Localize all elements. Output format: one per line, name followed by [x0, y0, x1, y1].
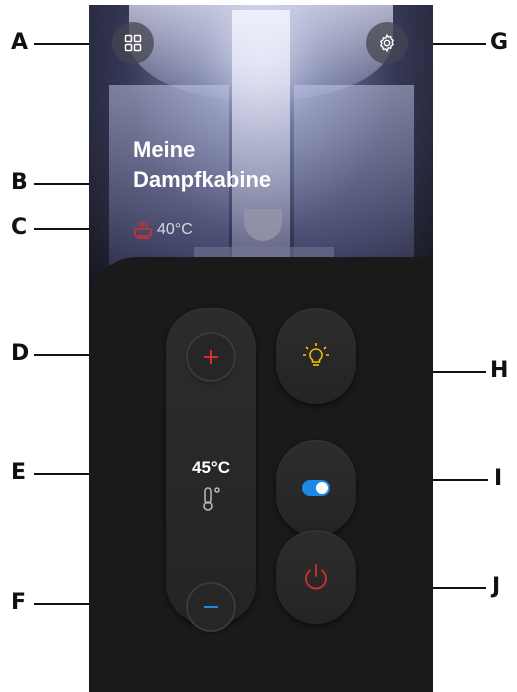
- current-temperature-value: 40°C: [157, 221, 193, 238]
- temperature-setpoint: 45°C: [192, 458, 230, 477]
- thermometer-icon: [203, 487, 220, 511]
- app-screen: Meine Dampfkabine 40°C 45°C: [89, 5, 433, 692]
- light-button[interactable]: [276, 308, 356, 404]
- callout-b: B: [11, 170, 28, 195]
- cabin-wall-right: [294, 85, 414, 265]
- callout-a: A: [11, 30, 29, 55]
- power-icon: [305, 564, 327, 590]
- decrease-temperature-button[interactable]: [188, 584, 234, 630]
- minus-icon: [204, 606, 218, 608]
- callout-c: C: [11, 215, 28, 240]
- mode-toggle-button[interactable]: [276, 440, 356, 536]
- temperature-control: 45°C: [166, 308, 256, 630]
- callout-g: G: [490, 30, 509, 55]
- cabin-title-line1: Meine: [133, 137, 196, 162]
- callout-f: F: [11, 590, 27, 615]
- settings-button[interactable]: [366, 22, 408, 64]
- increase-temperature-button[interactable]: [188, 334, 234, 380]
- callout-h: H: [490, 358, 509, 383]
- menu-button[interactable]: [112, 22, 154, 64]
- callout-e: E: [11, 460, 27, 485]
- cabin-title-line2: Dampfkabine: [133, 167, 272, 192]
- current-temperature: 40°C: [133, 220, 193, 240]
- heater-icon: [134, 221, 152, 239]
- grid-icon: [124, 34, 142, 52]
- gear-icon: [379, 33, 395, 53]
- control-panel: [89, 257, 433, 692]
- lightbulb-icon: [303, 343, 329, 366]
- toggle-icon: [302, 480, 330, 496]
- cabin-title: Meine Dampfkabine: [133, 135, 271, 195]
- callout-i: I: [494, 466, 503, 491]
- callout-j: J: [492, 574, 501, 599]
- power-button[interactable]: [276, 530, 356, 624]
- plus-icon: [204, 350, 218, 364]
- callout-d: D: [11, 341, 30, 366]
